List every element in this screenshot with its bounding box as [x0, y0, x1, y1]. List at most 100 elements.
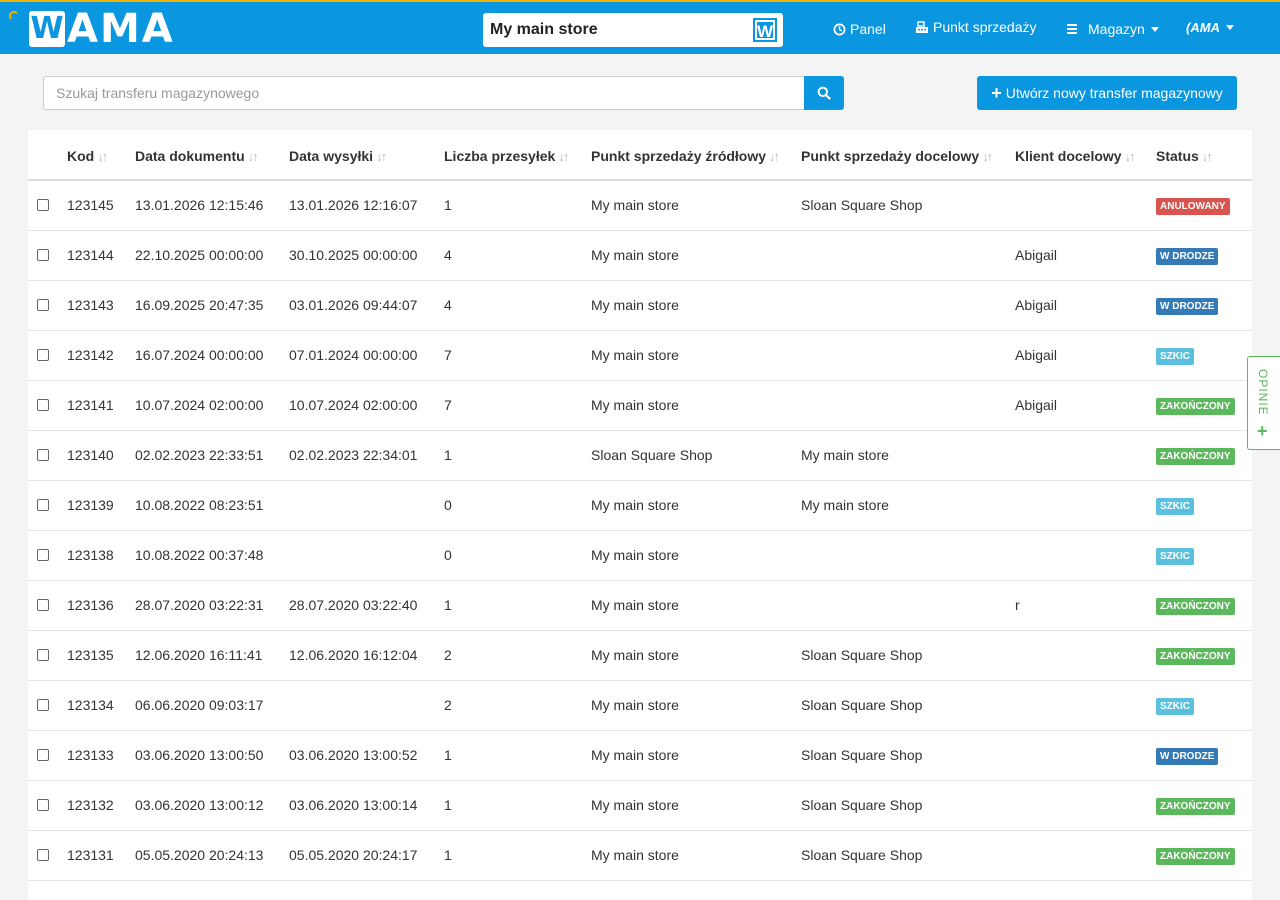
cell-status: ZAKOŃCZONY [1156, 630, 1252, 681]
cell-target: My main store [801, 480, 1015, 531]
feedback-tab[interactable]: OPINIE + [1247, 356, 1280, 450]
cell-ship-date [289, 530, 444, 581]
table-row[interactable]: 123138 10.08.2022 00:37:48 0 My main store S… [28, 530, 1252, 581]
cell-code: 123144 [67, 230, 135, 281]
column-header-doc-date[interactable]: Data dokumentu ↓↑ [135, 130, 289, 181]
cell-doc-date: 03.06.2020 13:00:12 [135, 780, 289, 831]
cell-source: My main store [591, 780, 801, 831]
cell-target: Sloan Square Shop [801, 830, 1015, 881]
sort-icon[interactable]: ↓↑ [1125, 149, 1136, 164]
table-row[interactable]: 123140 02.02.2023 22:33:51 02.02.2023 22:3… [28, 430, 1252, 481]
column-header-count[interactable]: Liczba przesyłek ↓↑ [444, 130, 591, 181]
table-row[interactable]: 123139 10.08.2022 08:23:51 0 My main store M… [28, 480, 1252, 531]
cell-status: SZKIC [1156, 330, 1252, 381]
cell-count: 4 [444, 280, 591, 331]
search-input[interactable] [43, 76, 804, 110]
cell-code: 123141 [67, 380, 135, 431]
row-select-cell [28, 280, 67, 331]
status-badge: SZKIC [1156, 697, 1194, 715]
cell-status: ANULOWANY [1156, 180, 1252, 231]
create-transfer-button[interactable]: + Utwórz nowy transfer magazynowy [977, 76, 1237, 110]
nav-warehouse-dropdown[interactable]: Magazyn [1066, 2, 1159, 56]
cell-doc-date: 16.07.2024 00:00:00 [135, 330, 289, 381]
cell-client [1015, 680, 1156, 731]
cell-code: 123142 [67, 330, 135, 381]
table-row[interactable]: 123143 16.09.2025 20:47:35 03.01.2026 09:4… [28, 280, 1252, 331]
status-badge: SZKIC [1156, 347, 1194, 365]
sort-icon[interactable]: ↓↑ [558, 149, 569, 164]
user-menu-dropdown[interactable]: (AMA [1186, 0, 1234, 54]
cell-target: Sloan Square Shop [801, 180, 1015, 231]
nav-pos-link[interactable]: Punkt sprzedaży [915, 0, 1037, 54]
row-checkbox[interactable] [37, 849, 49, 861]
table-row[interactable]: 123131 05.05.2020 20:24:13 05.05.2020 20:2… [28, 830, 1252, 881]
cell-target [801, 580, 1015, 631]
sort-icon[interactable]: ↓↑ [982, 149, 993, 164]
column-header-source[interactable]: Punkt sprzedaży źródłowy ↓↑ [591, 130, 801, 181]
row-checkbox[interactable] [37, 299, 49, 311]
column-header-ship-date[interactable]: Data wysyłki ↓↑ [289, 130, 444, 181]
store-selector[interactable]: My main store W [483, 13, 783, 47]
row-checkbox[interactable] [37, 399, 49, 411]
row-checkbox[interactable] [37, 699, 49, 711]
table-row[interactable]: 123134 06.06.2020 09:03:17 2 My main store S… [28, 680, 1252, 731]
store-selector-value: My main store [490, 21, 598, 38]
sort-icon[interactable]: ↓↑ [1202, 149, 1213, 164]
row-checkbox[interactable] [37, 799, 49, 811]
cell-target: Sloan Square Shop [801, 780, 1015, 831]
column-header-target[interactable]: Punkt sprzedaży docelowy ↓↑ [801, 130, 1015, 181]
cell-client [1015, 730, 1156, 781]
sort-icon[interactable]: ↓↑ [248, 149, 259, 164]
cell-doc-date: 12.06.2020 16:11:41 [135, 630, 289, 681]
table-row[interactable]: 123141 10.07.2024 02:00:00 10.07.2024 02:0… [28, 380, 1252, 431]
row-checkbox[interactable] [37, 599, 49, 611]
row-select-cell [28, 630, 67, 681]
row-checkbox[interactable] [37, 549, 49, 561]
row-select-cell [28, 830, 67, 881]
row-checkbox[interactable] [37, 649, 49, 661]
search-button[interactable] [804, 76, 844, 110]
cell-doc-date: 13.01.2026 12:15:46 [135, 180, 289, 231]
sort-icon[interactable]: ↓↑ [769, 149, 780, 164]
status-badge: W DRODZE [1156, 247, 1219, 265]
cell-client [1015, 530, 1156, 581]
cell-client [1015, 480, 1156, 531]
cell-source: My main store [591, 580, 801, 631]
search-icon [817, 86, 831, 100]
column-header-code[interactable]: Kod ↓↑ [67, 130, 135, 181]
cell-count: 1 [444, 430, 591, 481]
cell-source: My main store [591, 230, 801, 281]
wama-logo[interactable]: W AMA [29, 9, 175, 49]
row-checkbox[interactable] [37, 199, 49, 212]
select-all-header [28, 130, 67, 181]
cell-count: 1 [444, 830, 591, 881]
cell-doc-date: 05.05.2020 20:24:13 [135, 830, 289, 881]
table-row[interactable]: 123132 03.06.2020 13:00:12 03.06.2020 13:0… [28, 780, 1252, 831]
table-row[interactable]: 123133 03.06.2020 13:00:50 03.06.2020 13:0… [28, 730, 1252, 781]
table-row[interactable]: 123136 28.07.2020 03:22:31 28.07.2020 03:2… [28, 580, 1252, 631]
cell-target: Sloan Square Shop [801, 680, 1015, 731]
dashboard-icon [833, 23, 846, 35]
nav-panel-link[interactable]: Panel [833, 2, 886, 56]
status-badge: ZAKOŃCZONY [1156, 647, 1235, 665]
row-checkbox[interactable] [37, 499, 49, 511]
sort-icon[interactable]: ↓↑ [376, 149, 387, 164]
table-row[interactable]: 123145 13.01.2026 12:15:46 13.01.2026 12:1… [28, 180, 1252, 231]
sort-icon[interactable]: ↓↑ [97, 149, 108, 164]
table-row[interactable]: 123142 16.07.2024 00:00:00 07.01.2024 00:0… [28, 330, 1252, 381]
column-header-client[interactable]: Klient docelowy ↓↑ [1015, 130, 1156, 181]
cell-count: 7 [444, 330, 591, 381]
search-bar [43, 76, 844, 110]
row-checkbox[interactable] [37, 449, 49, 461]
row-checkbox[interactable] [37, 749, 49, 761]
row-select-cell [28, 330, 67, 381]
table-row[interactable]: 123144 22.10.2025 00:00:00 30.10.2025 00:0… [28, 230, 1252, 281]
status-badge: ANULOWANY [1156, 197, 1230, 215]
cell-client [1015, 780, 1156, 831]
nav-warehouse-label: Magazyn [1088, 21, 1145, 37]
table-row[interactable]: 123135 12.06.2020 16:11:41 12.06.2020 16:1… [28, 630, 1252, 681]
row-checkbox[interactable] [37, 349, 49, 361]
column-header-status[interactable]: Status ↓↑ [1156, 130, 1252, 181]
cell-client: r [1015, 580, 1156, 631]
row-checkbox[interactable] [37, 249, 49, 261]
